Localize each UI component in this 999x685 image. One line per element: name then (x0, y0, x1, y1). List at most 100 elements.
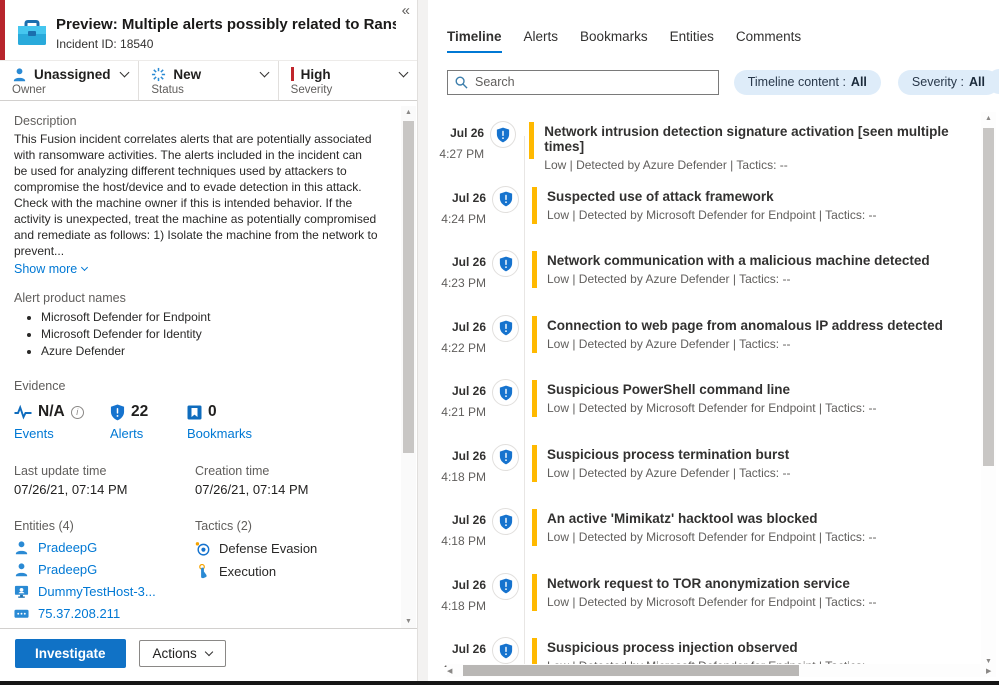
tab-alerts[interactable]: Alerts (524, 29, 559, 53)
alert-product-item: Microsoft Defender for Endpoint (41, 309, 376, 326)
alert-date: Jul 26 (451, 642, 486, 656)
alert-title: Suspected use of attack framework (547, 188, 774, 204)
chevron-down-icon (81, 263, 89, 272)
tab-comments[interactable]: Comments (736, 29, 801, 53)
entity-name: PradeepG (38, 561, 98, 577)
scroll-left-arrow[interactable]: ◀ (447, 667, 457, 675)
chevron-down-icon (204, 647, 214, 656)
actions-button[interactable]: Actions (138, 639, 226, 667)
alert-meta: Low | Detected by Microsoft Defender for… (547, 207, 877, 222)
ip-entity-icon (14, 606, 29, 621)
entity-item[interactable]: DummyTestHost-3... (14, 583, 195, 599)
timeline-alert-row[interactable]: Jul 26 4:27 PM Network intrusion detectio… (428, 121, 977, 186)
incident-detail-scroll-area: Description This Fusion incident correla… (0, 102, 400, 628)
investigate-button[interactable]: Investigate (15, 638, 126, 668)
severity-bar-low (532, 638, 537, 667)
severity-bar-low (529, 122, 535, 159)
alert-time: 4:24 PM (441, 211, 486, 226)
tactic-name: Execution (219, 563, 277, 579)
timeline-content-filter[interactable]: Timeline content : All (733, 69, 881, 95)
status-value: New (173, 66, 202, 82)
incident-header: Preview: Multiple alerts possibly relate… (0, 0, 417, 61)
tab-bar: Timeline Alerts Bookmarks Entities Comme… (447, 29, 801, 53)
owner-value: Unassigned (34, 66, 111, 82)
entity-item[interactable]: PradeepG (14, 561, 195, 577)
info-icon[interactable]: i (70, 405, 84, 419)
creation-time-label: Creation time (195, 464, 270, 478)
evidence-bookmarks: 0 Bookmarks (187, 402, 252, 441)
alert-products-label: Alert product names (14, 291, 126, 305)
timeline-alert-row[interactable]: Jul 26 4:21 PM Suspicious PowerShell comm… (428, 379, 977, 444)
severity-label: Severity (290, 84, 333, 96)
search-box (447, 69, 719, 95)
alert-date: Jul 26 (451, 384, 486, 398)
alert-date: Jul 26 (451, 448, 486, 463)
scroll-down-arrow[interactable]: ▼ (401, 618, 416, 625)
defense-evasion-icon (195, 541, 210, 556)
entity-name: DummyTestHost-3... (38, 583, 156, 599)
severity-bar-low (532, 380, 537, 417)
alert-shield-icon (492, 314, 519, 342)
timeline-alert-row[interactable]: Jul 26 4:23 PM Network communication with… (428, 250, 977, 315)
user-entity-icon (14, 562, 29, 577)
severity-filter[interactable]: Severity : All (897, 69, 999, 95)
alerts-link[interactable]: Alerts (110, 426, 187, 441)
scroll-up-arrow[interactable]: ▲ (981, 115, 996, 122)
scrollbar-thumb[interactable] (403, 121, 414, 453)
timeline-vertical-scrollbar[interactable]: ▲ ▼ (981, 112, 996, 668)
severity-high-icon (290, 67, 294, 81)
owner-label: Owner (12, 84, 46, 96)
owner-person-icon (12, 67, 27, 82)
evidence-row: N/A i Events 22 Alerts 0 Bookmarks (14, 402, 376, 441)
alert-meta: Low | Detected by Azure Defender | Tacti… (544, 158, 788, 172)
severity-dropdown[interactable]: High Severity (279, 61, 417, 100)
scroll-right-arrow[interactable]: ▶ (986, 667, 996, 675)
tab-timeline[interactable]: Timeline (447, 29, 502, 53)
timeline-horizontal-scrollbar[interactable]: ◀ ▶ (447, 664, 996, 677)
alert-time: 4:18 PM (441, 534, 486, 548)
timeline-alert-row[interactable]: Jul 26 4:18 PM Suspicious process termina… (428, 443, 977, 509)
filter-value: All (969, 75, 985, 89)
description-text: This Fusion incident correlates alerts t… (14, 132, 378, 258)
timeline-alert-row[interactable]: Jul 26 4:18 PM Network request to TOR ano… (428, 572, 977, 638)
timeline-alert-row[interactable]: Jul 26 4:18 PM An active 'Mimikatz' hackt… (428, 508, 977, 573)
owner-dropdown[interactable]: Unassigned Owner (0, 61, 140, 100)
taskbar-edge-strip (0, 681, 999, 685)
host-entity-icon (14, 584, 29, 599)
alert-date: Jul 26 (451, 190, 486, 205)
alert-shield-icon (492, 572, 519, 600)
bookmarks-link[interactable]: Bookmarks (187, 426, 252, 441)
alert-title: An active 'Mimikatz' hacktool was blocke… (547, 511, 818, 526)
incident-briefcase-icon (17, 20, 47, 47)
filter-label: Severity : (911, 75, 965, 89)
timeline-alert-row[interactable]: Jul 26 4:22 PM Connection to web page fro… (428, 314, 977, 380)
chevron-down-icon (119, 67, 130, 77)
filter-row: Timeline content : All Severity : All (447, 69, 999, 95)
search-input[interactable] (447, 69, 719, 95)
scrollbar-thumb[interactable] (463, 665, 799, 676)
tab-entities[interactable]: Entities (670, 29, 714, 53)
alerts-value: 22 (131, 403, 149, 420)
alert-product-item: Microsoft Defender for Identity (41, 326, 376, 343)
entity-item[interactable]: 75.37.208.211 (14, 605, 195, 621)
tab-bookmarks[interactable]: Bookmarks (580, 29, 648, 53)
incident-footer: Investigate Actions (0, 628, 417, 677)
scrollbar-thumb[interactable] (983, 128, 994, 466)
alert-shield-icon (492, 508, 519, 535)
scroll-up-arrow[interactable]: ▲ (401, 109, 416, 116)
timeline-alert-row[interactable]: Jul 264:15 PM Suspicious process injecti… (428, 637, 977, 667)
left-panel-scrollbar[interactable]: ▲ ▼ (401, 106, 416, 628)
bookmarks-value: 0 (208, 403, 217, 420)
status-dropdown[interactable]: New Status (139, 61, 279, 100)
show-more-link[interactable]: Show more (14, 262, 89, 276)
timeline-alert-row[interactable]: Jul 26 4:24 PM Suspected use of attack fr… (428, 185, 977, 251)
entity-item[interactable]: PradeepG (14, 539, 195, 555)
alert-meta: Low | Detected by Azure Defender | Tacti… (547, 465, 791, 480)
alert-shield-icon (490, 121, 517, 148)
evidence-label: Evidence (14, 379, 66, 393)
creation-time-value: 07/26/21, 07:14 PM (195, 482, 309, 497)
incident-id: Incident ID: 18540 (56, 37, 154, 51)
events-link[interactable]: Events (14, 426, 110, 441)
alert-shield-icon (492, 443, 519, 471)
alert-date: Jul 26 (451, 319, 486, 334)
